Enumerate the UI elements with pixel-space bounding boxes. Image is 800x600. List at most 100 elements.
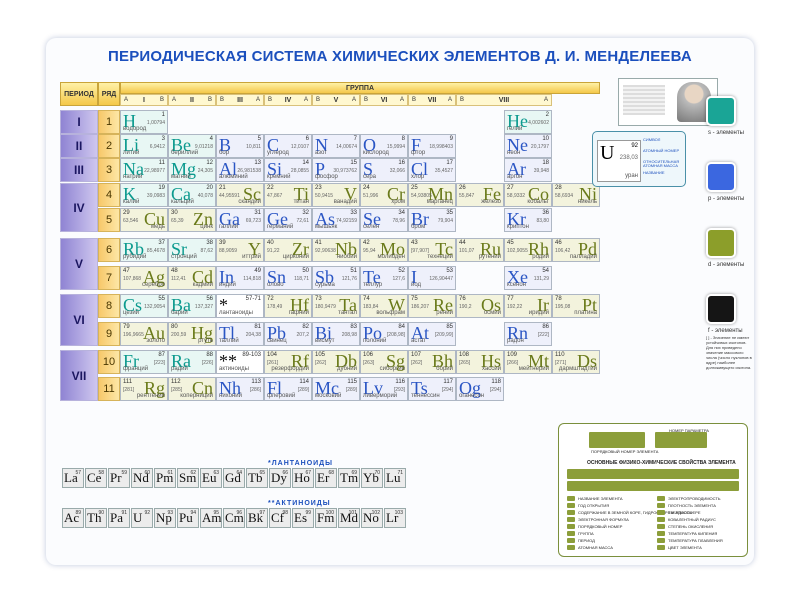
element-number: 6	[305, 136, 309, 142]
element-cell: Tl 81 204,38 таллий	[216, 322, 264, 346]
sample-label: СИМВОЛ	[643, 137, 661, 142]
row-number: 3	[98, 158, 120, 182]
legend-bullet	[657, 538, 665, 543]
element-name: сурьма	[315, 282, 335, 288]
element-cell: Sg 106 [263] сиборгий	[360, 350, 408, 374]
element-name: хром	[391, 199, 405, 205]
param-label: НОМЕР ПАРАМЕТРА	[669, 428, 709, 433]
element-mass: 107,868	[123, 276, 142, 282]
element-mass: 192,22	[507, 304, 523, 310]
element-cell: Na 11 22,98977 натрий	[120, 158, 168, 182]
element-cell: Rh 45 102,9055 родий	[504, 238, 552, 262]
element-number: 5	[257, 136, 261, 142]
element-name: резерфордий	[271, 366, 309, 372]
element-number: 47	[123, 268, 130, 274]
legend-bullet	[567, 538, 575, 543]
f-element-number: 64	[236, 470, 242, 476]
element-name: азот	[315, 150, 327, 156]
block-key-swatch	[706, 294, 736, 324]
element-mass: [289]	[297, 387, 309, 393]
element-name: лантаноиды	[219, 310, 253, 316]
element-name: полоний	[363, 338, 387, 344]
element-name: хлор	[411, 174, 425, 180]
element-number: 3	[161, 136, 165, 142]
element-number: 11	[158, 160, 165, 166]
actinoids-row: Ac 89 Th 90 Pa 91 U 92 Np 93 Pu 94 Am 95 Cm 96 Bk 97 Cf 98 E…	[62, 508, 407, 528]
element-mass: [289]	[345, 387, 357, 393]
element-cell: Re 75 186,207 рений	[408, 294, 456, 318]
f-element-cell: Gd 64	[223, 468, 245, 488]
element-name: золото	[146, 338, 165, 344]
element-cell: Pd 46 106,42 палладий	[552, 238, 600, 262]
row-number: 5	[98, 208, 120, 232]
element-number: 114	[299, 379, 309, 385]
element-name: ксенон	[507, 282, 526, 288]
element-name: ливерморий	[363, 393, 398, 399]
element-name: рений	[436, 310, 453, 316]
legend-title: ОСНОВНЫЕ ФИЗИКО-ХИМИЧЕСКИЕ СВОЙСТВА ЭЛЕМ…	[587, 460, 736, 466]
group-subheader-b: A	[447, 97, 452, 103]
element-name: бор	[219, 150, 230, 156]
element-mass: [265]	[459, 360, 471, 366]
element-mass: 196,9665	[123, 332, 144, 338]
element-cell: In 49 114,818 индий	[216, 266, 264, 290]
element-name: свинец	[267, 338, 287, 344]
element-number: 73	[315, 296, 322, 302]
f-element-number: 69	[351, 470, 357, 476]
element-name: стронций	[171, 254, 197, 260]
element-number: 42	[363, 240, 370, 246]
element-cell: Tc 43 [97,907] технеций	[408, 238, 456, 262]
group-roman: II	[190, 96, 194, 104]
f-element-number: 60	[144, 470, 150, 476]
element-number: 13	[254, 160, 261, 166]
element-name: германий	[267, 224, 294, 230]
f-element-cell: Bk 97	[246, 508, 268, 528]
element-cell: Bi 83 208,98 висмут	[312, 322, 360, 346]
element-mass: 65,39	[171, 218, 184, 224]
group-roman: VIII	[498, 96, 510, 104]
f-element-cell: Ho 67	[292, 468, 314, 488]
legend-item: ЭЛЕКТРОННАЯ ФОРМУЛА	[578, 517, 629, 522]
f-element-cell: Am 95	[200, 508, 222, 528]
element-number: 84	[398, 324, 405, 330]
element-cell: He 2 4,002602 гелий	[504, 110, 552, 134]
element-name: флеровий	[267, 393, 296, 399]
group-subheader: BVA	[312, 94, 360, 106]
legend-bullet	[567, 503, 575, 508]
element-number: 72	[267, 296, 274, 302]
f-element-cell: Yb 70	[361, 468, 383, 488]
element-name: платина	[574, 310, 597, 316]
element-number: 17	[446, 160, 453, 166]
f-element-cell: Th 90	[85, 508, 107, 528]
element-mass: 85,4678	[146, 248, 165, 254]
f-element-number: 96	[236, 510, 242, 516]
element-cell: Li 3 6,9412 литий	[120, 134, 168, 158]
element-number: 27	[507, 185, 514, 191]
param-number-bar	[655, 432, 707, 448]
element-mass: 195,08	[555, 304, 571, 310]
element-cell: Ir 77 192,22 иридий	[504, 294, 552, 318]
element-mass: 200,59	[171, 332, 187, 338]
element-cell: Lv 116 [293] ливерморий	[360, 377, 408, 401]
element-cell: Ds 110 [271] дармштадтий	[552, 350, 600, 374]
element-name: скандий	[238, 199, 261, 205]
element-cell: Au 79 196,9665 золото	[120, 322, 168, 346]
element-mass: 15,9994	[386, 144, 405, 150]
page-title: ПЕРИОДИЧЕСКАЯ СИСТЕМА ХИМИЧЕСКИХ ЭЛЕМЕНТ…	[108, 48, 692, 65]
group-subheader-a: B	[412, 97, 417, 103]
order-number-bar	[589, 432, 645, 448]
element-cell: Pt 78 195,08 платина	[552, 294, 600, 318]
legend-item: ГОД ОТКРЫТИЯ	[578, 503, 610, 508]
element-mass: 4,002602	[528, 120, 549, 126]
element-cell: Ag 47 107,868 серебро	[120, 266, 168, 290]
element-mass: 6,9412	[149, 144, 165, 150]
f-element-number: 103	[394, 510, 403, 516]
element-name: никель	[577, 199, 597, 205]
element-name: натрий	[123, 174, 143, 180]
element-mass: [294]	[441, 387, 453, 393]
element-name: углерод	[267, 150, 289, 156]
element-mass: 72,61	[296, 218, 309, 224]
group-subheader: AIB	[120, 94, 168, 106]
element-name: индий	[219, 282, 236, 288]
element-number: 24	[363, 185, 370, 191]
